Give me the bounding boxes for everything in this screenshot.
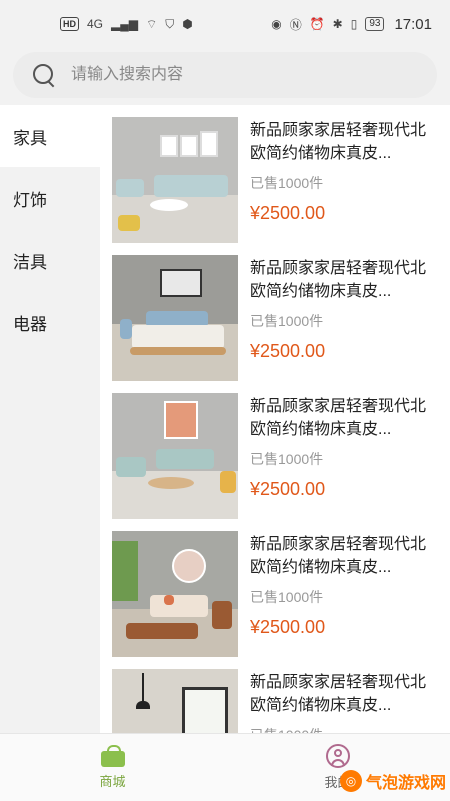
battery-indicator: 93 [365, 17, 385, 31]
category-label: 灯饰 [13, 190, 47, 210]
product-info: 新品顾家家居轻奢现代北欧简约储物床真皮... 已售1000件 ¥2500.00 [250, 393, 440, 519]
shopping-bag-icon [100, 745, 125, 767]
category-label: 电器 [13, 314, 47, 334]
cellular-bars-icon: ▂▄▆ [111, 17, 138, 31]
search-icon [33, 64, 55, 88]
product-card[interactable]: 新品顾家家居轻奢现代北欧简约储物床真皮... 已售1000件 [112, 669, 446, 733]
nav-mall[interactable]: 商城 [0, 734, 225, 801]
product-image-living-room-sofa[interactable] [112, 117, 238, 243]
category-furniture[interactable]: 家具 [0, 105, 100, 167]
nfc-icon: Ⓝ [289, 17, 302, 32]
product-info: 新品顾家家居轻奢现代北欧简约储物床真皮... 已售1000件 [250, 669, 440, 733]
product-price: ¥2500.00 [250, 203, 326, 223]
product-info: 新品顾家家居轻奢现代北欧简约储物床真皮... 已售1000件 ¥2500.00 [250, 255, 440, 381]
watermark: ◎ 气泡游戏网 [339, 769, 446, 793]
category-sidebar: 家具 灯饰 洁具 电器 [0, 105, 100, 733]
watermark-logo-icon: ◎ [339, 770, 362, 792]
product-price: ¥2500.00 [250, 617, 326, 637]
bottom-nav: 商城 我的 ◎ 气泡游戏网 [0, 733, 450, 801]
product-title: 新品顾家家居轻奢现代北欧简约储物床真皮... [250, 674, 427, 714]
hd-badge: HD [60, 17, 79, 31]
product-image-living-room-wood-sofa[interactable] [112, 531, 238, 657]
product-price: ¥2500.00 [250, 479, 326, 499]
shield-icon: ⛉ [165, 16, 175, 31]
product-list[interactable]: 新品顾家家居轻奢现代北欧简约储物床真皮... 已售1000件 ¥2500.00 … [100, 105, 450, 733]
status-right: ◉ Ⓝ ⏰ ✱ ▯ 93 17:01 [271, 16, 432, 33]
product-sold-count: 已售1000件 [250, 313, 324, 329]
search-bar[interactable] [13, 52, 437, 98]
status-left: HD 4G ▂▄▆ ⌔ ⛉ ⬢ [60, 17, 193, 32]
vibrate-icon: ▯ [350, 17, 358, 31]
product-title: 新品顾家家居轻奢现代北欧简约储物床真皮... [250, 398, 427, 438]
bluetooth-icon: ✱ [332, 17, 343, 31]
product-sold-count: 已售1000件 [250, 589, 324, 605]
product-sold-count: 已售1000件 [250, 175, 324, 191]
product-image-bright-room-lamp[interactable] [112, 669, 238, 733]
clock: 17:01 [394, 15, 432, 33]
signal-icon: 4G [87, 17, 104, 31]
alarm-icon: ⏰ [309, 17, 325, 31]
product-title: 新品顾家家居轻奢现代北欧简约储物床真皮... [250, 536, 427, 576]
product-sold-count: 已售1000件 [250, 725, 440, 733]
wifi-icon: ⌔ [145, 16, 158, 31]
category-lighting[interactable]: 灯饰 [0, 167, 100, 229]
nav-label: 商城 [99, 774, 126, 789]
category-appliances[interactable]: 电器 [0, 291, 100, 353]
watermark-text: 气泡游戏网 [365, 775, 446, 792]
product-image-bedroom-bed[interactable] [112, 255, 238, 381]
product-card[interactable]: 新品顾家家居轻奢现代北欧简约储物床真皮... 已售1000件 ¥2500.00 [112, 531, 446, 657]
product-price: ¥2500.00 [250, 341, 326, 361]
search-input[interactable] [69, 65, 403, 85]
product-title: 新品顾家家居轻奢现代北欧简约储物床真皮... [250, 122, 427, 162]
product-info: 新品顾家家居轻奢现代北欧简约储物床真皮... 已售1000件 ¥2500.00 [250, 117, 440, 243]
product-title: 新品顾家家居轻奢现代北欧简约储物床真皮... [250, 260, 427, 300]
product-card[interactable]: 新品顾家家居轻奢现代北欧简约储物床真皮... 已售1000件 ¥2500.00 [112, 255, 446, 381]
eye-icon: ◉ [271, 17, 282, 31]
category-label: 家具 [13, 128, 47, 148]
app-notification-icon: ⬢ [182, 17, 193, 31]
product-image-living-room-sofa-chairs[interactable] [112, 393, 238, 519]
product-sold-count: 已售1000件 [250, 451, 324, 467]
category-sanitary[interactable]: 洁具 [0, 229, 100, 291]
status-bar: HD 4G ▂▄▆ ⌔ ⛉ ⬢ ◉ Ⓝ ⏰ ✱ ▯ 93 17:01 [0, 0, 450, 48]
category-label: 洁具 [13, 252, 47, 272]
product-info: 新品顾家家居轻奢现代北欧简约储物床真皮... 已售1000件 ¥2500.00 [250, 531, 440, 657]
user-icon [325, 744, 350, 768]
product-card[interactable]: 新品顾家家居轻奢现代北欧简约储物床真皮... 已售1000件 ¥2500.00 [112, 393, 446, 519]
product-card[interactable]: 新品顾家家居轻奢现代北欧简约储物床真皮... 已售1000件 ¥2500.00 [112, 117, 446, 243]
